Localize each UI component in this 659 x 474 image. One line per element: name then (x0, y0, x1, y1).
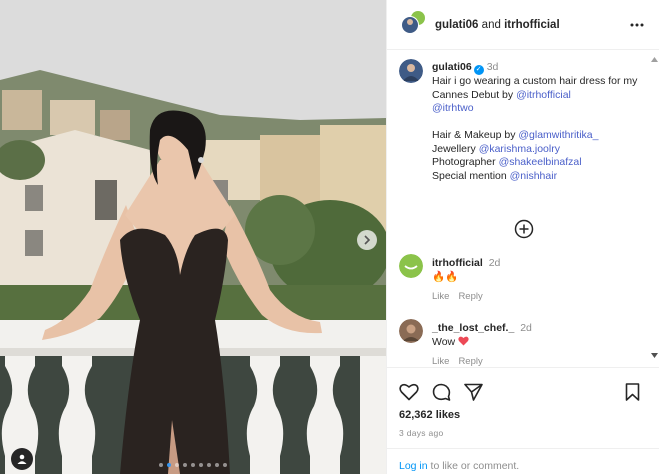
author-username[interactable]: gulati06 (435, 19, 478, 31)
share-send-icon[interactable] (464, 383, 483, 401)
login-link[interactable]: Log in (399, 460, 428, 472)
mention-link[interactable]: @itrhofficial (516, 89, 571, 101)
like-heart-icon[interactable] (399, 383, 419, 401)
mention-link[interactable]: @itrhtwo (432, 102, 474, 114)
mention-link[interactable]: @shakeelbinafzal (499, 156, 582, 168)
carousel-dot (199, 463, 203, 467)
reply-button[interactable]: Reply (458, 291, 482, 302)
mention-link[interactable]: @nishhair (510, 170, 557, 182)
scroll-up-icon[interactable] (651, 57, 658, 62)
chevron-right-icon (364, 235, 371, 245)
avatar[interactable] (399, 319, 423, 343)
post-side-panel: gulati06 and itrhofficial gulati06 ✓ 3d Ha… (386, 0, 659, 474)
avatar-image (399, 59, 423, 83)
caption-username[interactable]: gulati06 (432, 61, 472, 73)
avatar-image (399, 319, 423, 343)
photo-scene (0, 0, 386, 474)
post-footer: 62,362 likes 3 days ago Log in to like o… (387, 367, 659, 474)
comment-icon[interactable] (432, 383, 451, 402)
carousel-dot (175, 463, 179, 467)
caption-text: gulati06 ✓ 3d Hair i go wearing a custom h… (432, 61, 647, 183)
credit-label: Hair & Makeup by (432, 129, 519, 141)
post-authors: gulati06 and itrhofficial (435, 19, 560, 31)
author-avatar-stack[interactable] (399, 10, 425, 36)
carousel-dot (207, 463, 211, 467)
comment-username[interactable]: itrhofficial (432, 257, 483, 269)
mention-link[interactable]: @karishma.joolry (479, 143, 560, 155)
comment-time[interactable]: 2d (520, 322, 532, 334)
save-bookmark-icon[interactable] (625, 383, 640, 401)
comment-body: 🔥🔥 (432, 271, 459, 283)
carousel-dot (183, 463, 187, 467)
comments-section[interactable]: gulati06 ✓ 3d Hair i go wearing a custom h… (387, 51, 649, 367)
avatar[interactable] (399, 59, 423, 83)
verified-badge-icon: ✓ (473, 65, 484, 75)
credit-label: Jewellery (432, 142, 479, 155)
post-header: gulati06 and itrhofficial (387, 0, 659, 50)
comment-body: Wow (432, 336, 456, 348)
comment-text: itrhofficial 2d 🔥🔥 (432, 256, 642, 284)
comment-text: _the_lost_chef._ 2d Wow (432, 321, 642, 349)
reply-button[interactable]: Reply (458, 356, 482, 367)
credit-label: Special mention (432, 169, 510, 182)
carousel-dot (159, 463, 163, 467)
login-prompt: Log in to like or comment. (387, 448, 659, 474)
avatar-image (399, 254, 423, 278)
carousel-dot (215, 463, 219, 467)
load-more-comments-button[interactable] (514, 219, 534, 242)
next-photo-button[interactable] (357, 230, 377, 250)
more-dots-icon (630, 23, 644, 27)
more-options-button[interactable] (630, 18, 644, 30)
plus-circle-icon (514, 219, 534, 239)
mention-link[interactable]: @glamwithritika_ (518, 129, 598, 141)
comment-time[interactable]: 2d (489, 257, 501, 269)
like-comment-button[interactable]: Like (432, 356, 449, 367)
caption-time[interactable]: 3d (487, 61, 499, 73)
comments-scrollbar[interactable] (649, 51, 659, 367)
likes-count[interactable]: 62,362 likes (399, 409, 460, 421)
authors-joiner: and (481, 18, 501, 31)
post-actions (399, 383, 649, 407)
comment-actions: Like Reply (432, 356, 492, 367)
login-prompt-text: to like or comment. (427, 460, 520, 472)
heart-emoji-icon (458, 336, 469, 346)
avatar[interactable] (399, 254, 423, 278)
post-timestamp[interactable]: 3 days ago (399, 428, 444, 438)
carousel-indicator (0, 463, 386, 467)
credit-label: Photographer (432, 156, 499, 168)
comment-username[interactable]: _the_lost_chef._ (432, 322, 514, 334)
carousel-dot (191, 463, 195, 467)
carousel-dot (223, 463, 227, 467)
comment-actions: Like Reply (432, 291, 492, 302)
avatar (401, 10, 425, 34)
collaborator-username[interactable]: itrhofficial (504, 19, 560, 31)
like-comment-button[interactable]: Like (432, 291, 449, 302)
post-photo[interactable] (0, 0, 386, 474)
scroll-down-icon[interactable] (651, 353, 658, 358)
carousel-dot (167, 463, 171, 467)
